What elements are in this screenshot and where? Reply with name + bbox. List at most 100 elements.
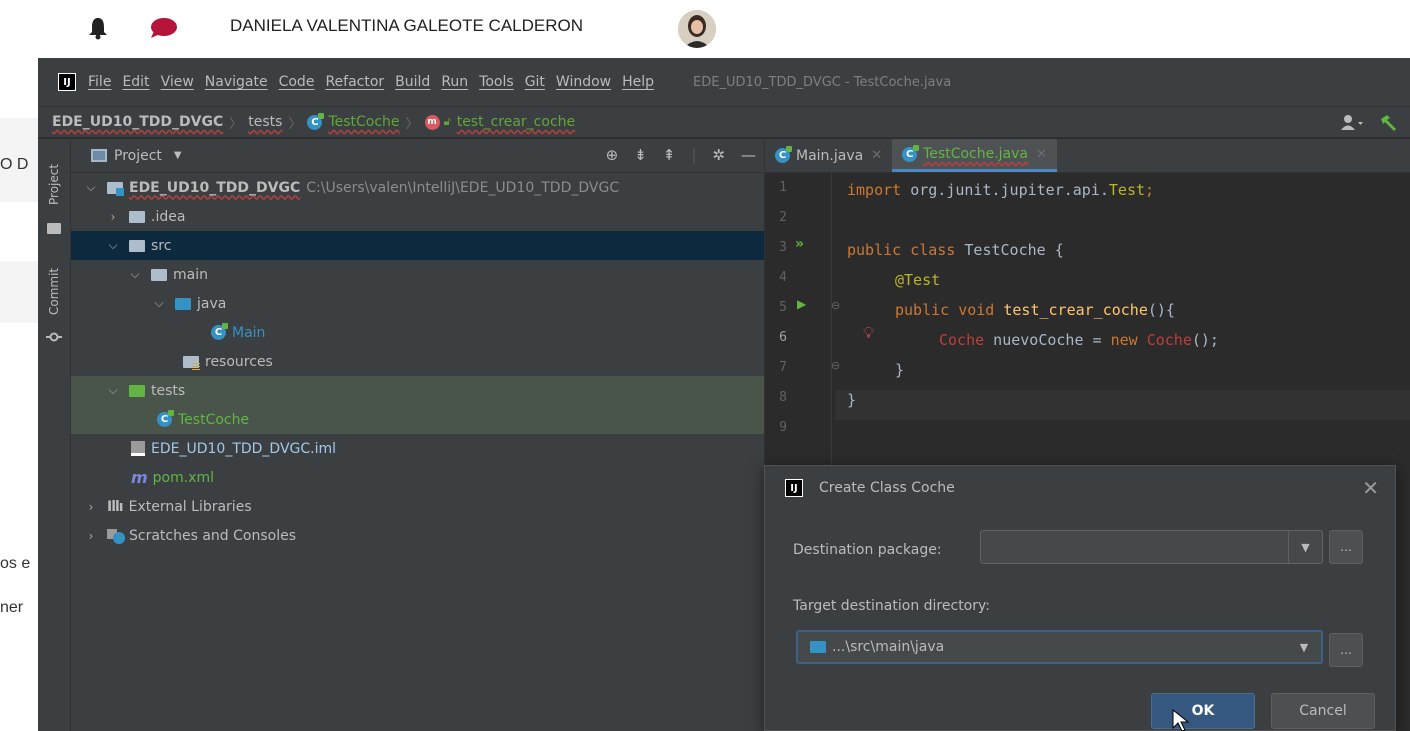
menu-run[interactable]: Run bbox=[441, 74, 468, 90]
menu-git[interactable]: Git bbox=[525, 74, 545, 90]
tree-item-main-class[interactable]: C Main bbox=[71, 318, 764, 347]
browse-directory-button[interactable]: ... bbox=[1329, 633, 1363, 667]
breadcrumb-method[interactable]: test_crear_coche bbox=[457, 114, 575, 130]
code-line-7: } bbox=[895, 361, 905, 379]
tree-item-scratches[interactable]: › Scratches and Consoles bbox=[71, 521, 764, 550]
close-icon[interactable]: ✕ bbox=[1036, 147, 1047, 162]
tree-item-main[interactable]: ⌵ main bbox=[71, 260, 764, 289]
fold-icon[interactable]: ⊖ bbox=[831, 299, 840, 312]
commit-tool-tab[interactable]: Commit bbox=[42, 257, 66, 325]
tab-main-java[interactable]: C Main.java ✕ bbox=[765, 139, 892, 172]
destination-package-combo[interactable]: ▼ bbox=[980, 530, 1323, 564]
menu-window[interactable]: Window bbox=[556, 74, 611, 90]
library-icon: Illı bbox=[107, 498, 124, 515]
menu-navigate[interactable]: Navigate bbox=[205, 74, 268, 90]
tree-item-root[interactable]: ⌵ EDE_UD10_TDD_DVGC C:\Users\valen\Intel… bbox=[71, 173, 764, 202]
chevron-down-icon[interactable]: ⌵ bbox=[153, 296, 165, 311]
expand-all-icon[interactable]: ⇟ bbox=[634, 146, 647, 164]
line-number: 6 bbox=[779, 330, 787, 345]
class-icon: C bbox=[775, 146, 792, 163]
ok-button[interactable]: OK bbox=[1151, 693, 1255, 729]
close-icon[interactable]: ✕ bbox=[871, 148, 882, 163]
user-account-icon[interactable] bbox=[1340, 114, 1364, 132]
mouse-cursor-icon bbox=[1172, 709, 1190, 731]
code-line-6: Coche nuevoCoche = new Coche(); bbox=[939, 331, 1219, 349]
run-all-tests-icon[interactable]: » bbox=[795, 236, 804, 252]
chevron-right-icon[interactable]: › bbox=[85, 500, 97, 514]
cancel-button[interactable]: Cancel bbox=[1271, 693, 1375, 729]
menu-build[interactable]: Build bbox=[395, 74, 430, 90]
tree-item-test-class[interactable]: C TestCoche bbox=[71, 405, 764, 434]
locate-file-icon[interactable]: ⊕ bbox=[606, 146, 619, 164]
chevron-down-icon[interactable]: ▼ bbox=[1288, 531, 1322, 563]
tab-testcoche-java[interactable]: C TestCoche.java ✕ bbox=[892, 139, 1057, 172]
create-class-dialog: IJ Create Class Coche ✕ Destination pack… bbox=[764, 465, 1396, 731]
chevron-down-icon[interactable]: ▼ bbox=[1287, 632, 1321, 662]
hide-panel-icon[interactable]: — bbox=[741, 146, 756, 164]
intellij-logo-icon: IJ bbox=[785, 479, 803, 497]
chevron-down-icon[interactable]: ⌵ bbox=[129, 267, 141, 282]
window-title: EDE_UD10_TDD_DVGC - TestCoche.java bbox=[693, 74, 952, 90]
run-test-icon[interactable]: ▶ bbox=[797, 297, 806, 311]
scratches-icon bbox=[107, 528, 125, 544]
menu-edit[interactable]: Edit bbox=[122, 74, 149, 90]
chevron-right-icon[interactable]: › bbox=[85, 529, 97, 543]
breadcrumb-separator-icon: 〉 bbox=[288, 116, 302, 132]
project-view-selector[interactable]: Project bbox=[114, 148, 162, 164]
chevron-down-icon[interactable]: ⌵ bbox=[85, 180, 97, 195]
tree-item-iml[interactable]: EDE_UD10_TDD_DVGC.iml bbox=[71, 434, 764, 463]
dialog-title: Create Class Coche bbox=[819, 480, 955, 496]
menu-code[interactable]: Code bbox=[279, 74, 315, 90]
build-hammer-icon[interactable] bbox=[1378, 113, 1398, 133]
web-text-fragment: O D bbox=[0, 156, 29, 173]
bell-icon[interactable] bbox=[88, 16, 108, 40]
line-number: 8 bbox=[779, 390, 787, 405]
chevron-down-icon[interactable]: ⌵ bbox=[107, 238, 119, 253]
error-lightbulb-icon[interactable]: 💡︎ bbox=[863, 323, 874, 343]
menu-refactor[interactable]: Refactor bbox=[325, 74, 384, 90]
menu-tools[interactable]: Tools bbox=[479, 74, 514, 90]
chevron-down-icon[interactable]: ▼ bbox=[174, 150, 182, 161]
line-number: 3 bbox=[779, 240, 787, 255]
browse-package-button[interactable]: ... bbox=[1329, 530, 1363, 564]
web-text-fragment: os e bbox=[0, 555, 31, 572]
tree-item-external-libraries[interactable]: › Illı External Libraries bbox=[71, 492, 764, 521]
destination-package-label: Destination package: bbox=[793, 542, 942, 558]
user-name[interactable]: DANIELA VALENTINA GALEOTE CALDERON bbox=[230, 16, 583, 36]
menu-view[interactable]: View bbox=[161, 74, 194, 90]
avatar[interactable] bbox=[678, 10, 716, 48]
project-tool-tab[interactable]: Project bbox=[42, 149, 66, 219]
tree-item-tests[interactable]: ⌵ tests bbox=[71, 376, 764, 405]
fold-icon[interactable]: ⊖ bbox=[831, 359, 840, 372]
breadcrumb-class[interactable]: TestCoche bbox=[328, 114, 399, 130]
menu-file[interactable]: File bbox=[88, 74, 111, 90]
breadcrumb-folder[interactable]: tests bbox=[248, 114, 282, 130]
module-folder-icon bbox=[107, 181, 124, 196]
dialog-title-bar[interactable]: IJ Create Class Coche ✕ bbox=[765, 466, 1395, 510]
chevron-down-icon[interactable]: ⌵ bbox=[107, 383, 119, 398]
project-view-icon bbox=[91, 149, 107, 162]
close-icon[interactable]: ✕ bbox=[1362, 476, 1379, 500]
target-directory-label: Target destination directory: bbox=[793, 598, 990, 614]
source-folder-icon bbox=[175, 297, 191, 310]
tree-item-src[interactable]: ⌵ src bbox=[71, 231, 764, 260]
tree-item-java[interactable]: ⌵ java bbox=[71, 289, 764, 318]
tree-item-pom[interactable]: m pom.xml bbox=[71, 463, 764, 492]
breadcrumb-project[interactable]: EDE_UD10_TDD_DVGC bbox=[52, 114, 223, 130]
web-text-fragment: ner bbox=[0, 599, 24, 616]
chat-icon[interactable] bbox=[148, 17, 178, 39]
tree-item-resources[interactable]: resources bbox=[71, 347, 764, 376]
test-folder-icon bbox=[129, 384, 145, 397]
web-left-margin: O D os e ner bbox=[0, 58, 38, 731]
gear-icon[interactable]: ✲ bbox=[712, 146, 725, 164]
line-number: 7 bbox=[779, 360, 787, 375]
folder-icon bbox=[47, 223, 61, 234]
target-directory-combo[interactable]: ...\src\main\java ▼ bbox=[796, 630, 1323, 664]
chevron-right-icon[interactable]: › bbox=[107, 210, 119, 224]
tool-window-strip: Project Commit bbox=[38, 139, 71, 731]
folder-icon bbox=[129, 239, 145, 252]
tree-item-idea[interactable]: › .idea bbox=[71, 202, 764, 231]
collapse-all-icon[interactable]: ⇞ bbox=[663, 146, 676, 164]
code-line-1: import org.junit.jupiter.api.Test; bbox=[847, 181, 1155, 199]
menu-help[interactable]: Help bbox=[622, 74, 654, 90]
